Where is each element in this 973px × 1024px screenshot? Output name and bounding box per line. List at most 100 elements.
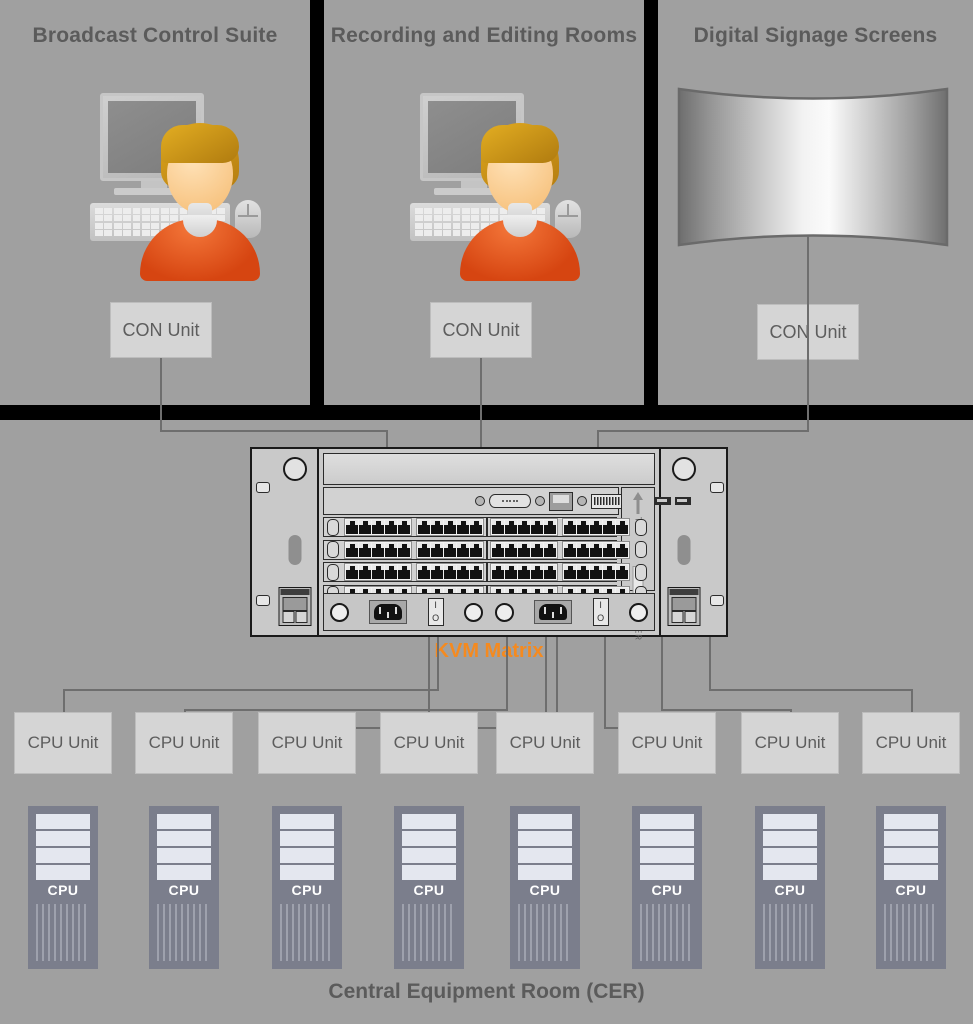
avatar-hair-fringe	[481, 125, 559, 163]
power-switch[interactable]: I O	[427, 598, 444, 626]
card-handle[interactable]	[635, 518, 647, 536]
kvm-port-row[interactable]	[323, 562, 647, 582]
usb-port-icon[interactable]	[675, 497, 691, 505]
rj45-port-group[interactable]	[344, 540, 412, 559]
rj45-port-group[interactable]	[416, 563, 484, 581]
fan-tray-button[interactable]	[295, 611, 307, 623]
usb-port-icon[interactable]	[655, 497, 671, 505]
fan-tray-button[interactable]	[684, 611, 696, 623]
fan-tray-label-strip	[280, 589, 309, 595]
cpu-unit-label: CPU Unit	[509, 733, 581, 752]
kvm-matrix-chassis[interactable]: TOP FILTER	[250, 447, 728, 641]
rj45-port-group[interactable]	[490, 540, 558, 559]
cpu-unit-label: CPU Unit	[631, 733, 703, 752]
card-handle[interactable]	[327, 563, 339, 581]
kvm-branch-2-run	[184, 709, 508, 711]
cpu-unit-label: CPU Unit	[875, 733, 947, 752]
cpu-tower-3[interactable]: CPU	[272, 806, 342, 969]
power-switch[interactable]: I O	[592, 598, 609, 626]
card-handle[interactable]	[635, 541, 647, 558]
cpu-unit-3[interactable]: CPU Unit	[258, 712, 356, 774]
rj45-port-group[interactable]	[344, 518, 412, 536]
cpu-unit-4[interactable]: CPU Unit	[380, 712, 478, 774]
cpu-unit-6[interactable]: CPU Unit	[618, 712, 716, 774]
zone-title-digital-signage-screens: Digital Signage Screens	[693, 24, 938, 47]
con-unit-label: CON Unit	[442, 319, 520, 340]
fan-tray-window	[671, 597, 696, 611]
cpu-tower-6[interactable]: CPU	[632, 806, 702, 969]
con-unit-broadcast-control-suite[interactable]: CON Unit	[110, 302, 212, 358]
kvm-port-row[interactable]	[323, 517, 647, 537]
cpu-unit-5[interactable]: CPU Unit	[496, 712, 594, 774]
chassis-side-left	[272, 449, 319, 635]
rack-ear-hole	[256, 482, 270, 493]
top-arrow-icon	[633, 492, 643, 500]
rj45-port-group[interactable]	[344, 563, 412, 581]
fan-tray-button[interactable]	[282, 611, 294, 623]
kvm-branch-1-run	[63, 689, 439, 691]
cpu-unit-2[interactable]: CPU Unit	[135, 712, 233, 774]
cpu-unit-7[interactable]: CPU Unit	[741, 712, 839, 774]
cpu-tower-5[interactable]: CPU	[510, 806, 580, 969]
fan-tray-right[interactable]	[667, 587, 700, 626]
power-inlet-icon[interactable]	[534, 600, 573, 624]
rj45-network-port-icon[interactable]	[549, 491, 573, 511]
cpu-tower-label: CPU	[774, 882, 806, 898]
drive-bays	[518, 814, 572, 880]
chassis-handle-slot	[677, 535, 690, 565]
rj45-port-group[interactable]	[562, 563, 630, 581]
rack-ear-hole	[256, 595, 270, 606]
rj45-port-group[interactable]	[490, 563, 558, 581]
rj45-port-group[interactable]	[562, 518, 630, 536]
con-unit-recording-editing-rooms[interactable]: CON Unit	[430, 302, 532, 358]
db9-serial-port-icon[interactable]	[489, 494, 531, 508]
rj45-port-group[interactable]	[416, 518, 484, 536]
vent-grille	[157, 904, 211, 961]
rj45-port-group[interactable]	[416, 540, 484, 559]
card-handle[interactable]	[635, 563, 647, 581]
avatar-hair-fringe	[161, 125, 239, 163]
kvm-branch-7-drop	[661, 637, 663, 709]
workstation-recording-editing-rooms	[398, 85, 598, 281]
con1-drop-line	[160, 358, 162, 430]
card-handle[interactable]	[327, 541, 339, 558]
power-inlet-icon[interactable]	[369, 600, 408, 624]
kvm-port-row[interactable]	[323, 539, 647, 560]
kvm-card-cage: TOP FILTER	[319, 449, 691, 641]
cpu-unit-8[interactable]: CPU Unit	[862, 712, 960, 774]
cpu-tower-4[interactable]: CPU	[394, 806, 464, 969]
power-section-a: I O	[324, 594, 489, 630]
fan-tray-left[interactable]	[278, 587, 311, 626]
screw-icon	[628, 602, 648, 622]
rack-ear-right	[704, 449, 726, 635]
power-switch-off-label: O	[432, 613, 440, 623]
rj45-port-group[interactable]	[490, 518, 558, 536]
card-handle[interactable]	[327, 518, 339, 536]
con1-run-line	[160, 430, 388, 432]
kvm-io-connector-strip	[323, 487, 691, 515]
kvm-power-bar: I O I O	[323, 593, 655, 631]
rj45-port-group[interactable]	[562, 540, 630, 559]
kvm-branch-5-drop	[556, 637, 558, 713]
fan-tray-window	[282, 597, 307, 611]
drive-bays	[763, 814, 817, 880]
footer-label-central-equipment-room: Central Equipment Room (CER)	[328, 980, 645, 1003]
cpu-tower-1[interactable]: CPU	[28, 806, 98, 969]
screw-icon	[475, 496, 485, 506]
chassis-screw-icon	[671, 457, 696, 481]
vent-grille	[402, 904, 456, 961]
vent-grille	[640, 904, 694, 961]
kvm-branch-8-run	[709, 689, 911, 691]
cpu-tower-label: CPU	[529, 882, 561, 898]
kvm-branch-8-drop	[709, 637, 711, 689]
cpu-unit-1[interactable]: CPU Unit	[14, 712, 112, 774]
vent-grille	[518, 904, 572, 961]
cpu-tower-8[interactable]: CPU	[876, 806, 946, 969]
cpu-tower-label: CPU	[291, 882, 323, 898]
vent-grille	[280, 904, 334, 961]
cpu-tower-label: CPU	[168, 882, 200, 898]
cpu-tower-2[interactable]: CPU	[149, 806, 219, 969]
fan-tray-button[interactable]	[671, 611, 683, 623]
power-section-b: I O	[489, 594, 654, 630]
cpu-tower-7[interactable]: CPU	[755, 806, 825, 969]
